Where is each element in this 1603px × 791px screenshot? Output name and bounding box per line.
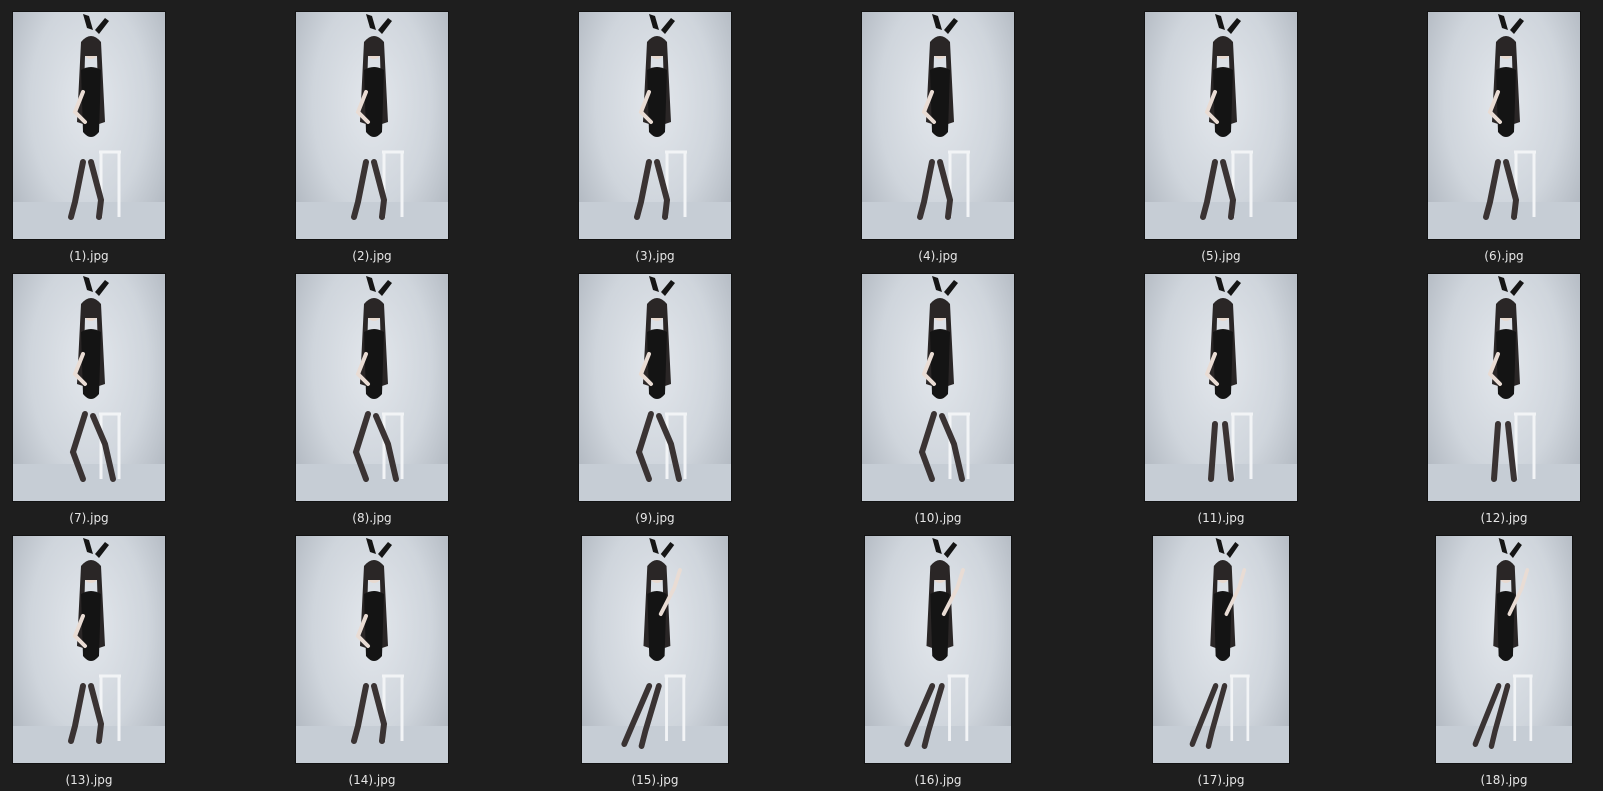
file-tile[interactable]: (12).jpg bbox=[1374, 274, 1603, 527]
file-tile[interactable]: (15).jpg bbox=[525, 536, 785, 789]
file-tile[interactable]: (8).jpg bbox=[242, 274, 502, 527]
image-thumbnail[interactable] bbox=[1153, 536, 1289, 763]
file-name-label: (7).jpg bbox=[69, 511, 109, 525]
image-thumbnail[interactable] bbox=[862, 12, 1014, 239]
file-name-label: (14).jpg bbox=[348, 773, 396, 787]
file-name-label: (5).jpg bbox=[1201, 249, 1241, 263]
image-thumbnail[interactable] bbox=[296, 536, 448, 763]
file-name-label: (17).jpg bbox=[1197, 773, 1245, 787]
file-name-label: (11).jpg bbox=[1197, 511, 1245, 525]
file-name-label: (8).jpg bbox=[352, 511, 392, 525]
image-thumbnail[interactable] bbox=[1428, 274, 1580, 501]
file-name-label: (18).jpg bbox=[1480, 773, 1528, 787]
file-tile[interactable]: (5).jpg bbox=[1091, 12, 1351, 265]
image-thumbnail[interactable] bbox=[579, 12, 731, 239]
image-thumbnail[interactable] bbox=[1428, 12, 1580, 239]
file-name-label: (9).jpg bbox=[635, 511, 675, 525]
file-name-label: (10).jpg bbox=[914, 511, 962, 525]
file-tile[interactable]: (9).jpg bbox=[525, 274, 785, 527]
image-thumbnail[interactable] bbox=[13, 536, 165, 763]
file-tile[interactable]: (18).jpg bbox=[1374, 536, 1603, 789]
image-thumbnail[interactable] bbox=[1145, 274, 1297, 501]
file-tile[interactable]: (14).jpg bbox=[242, 536, 502, 789]
thumbnail-grid: (1).jpg (2).jpg (3).jpg (4).jpg (5).jpg … bbox=[0, 0, 1603, 791]
file-tile[interactable]: (13).jpg bbox=[0, 536, 219, 789]
file-name-label: (4).jpg bbox=[918, 249, 958, 263]
file-tile[interactable]: (1).jpg bbox=[0, 12, 219, 265]
image-thumbnail[interactable] bbox=[13, 12, 165, 239]
file-name-label: (12).jpg bbox=[1480, 511, 1528, 525]
file-name-label: (3).jpg bbox=[635, 249, 675, 263]
image-thumbnail[interactable] bbox=[582, 536, 728, 763]
image-thumbnail[interactable] bbox=[296, 274, 448, 501]
file-name-label: (16).jpg bbox=[914, 773, 962, 787]
file-tile[interactable]: (7).jpg bbox=[0, 274, 219, 527]
image-thumbnail[interactable] bbox=[13, 274, 165, 501]
file-tile[interactable]: (2).jpg bbox=[242, 12, 502, 265]
file-name-label: (2).jpg bbox=[352, 249, 392, 263]
file-tile[interactable]: (10).jpg bbox=[808, 274, 1068, 527]
file-tile[interactable]: (16).jpg bbox=[808, 536, 1068, 789]
file-tile[interactable]: (3).jpg bbox=[525, 12, 785, 265]
file-name-label: (1).jpg bbox=[69, 249, 109, 263]
image-thumbnail[interactable] bbox=[862, 274, 1014, 501]
file-name-label: (15).jpg bbox=[631, 773, 679, 787]
file-name-label: (13).jpg bbox=[65, 773, 113, 787]
image-thumbnail[interactable] bbox=[1145, 12, 1297, 239]
image-thumbnail[interactable] bbox=[1436, 536, 1572, 763]
file-tile[interactable]: (11).jpg bbox=[1091, 274, 1351, 527]
file-tile[interactable]: (17).jpg bbox=[1091, 536, 1351, 789]
file-name-label: (6).jpg bbox=[1484, 249, 1524, 263]
image-thumbnail[interactable] bbox=[579, 274, 731, 501]
image-thumbnail[interactable] bbox=[296, 12, 448, 239]
file-tile[interactable]: (4).jpg bbox=[808, 12, 1068, 265]
image-thumbnail[interactable] bbox=[865, 536, 1011, 763]
file-tile[interactable]: (6).jpg bbox=[1374, 12, 1603, 265]
